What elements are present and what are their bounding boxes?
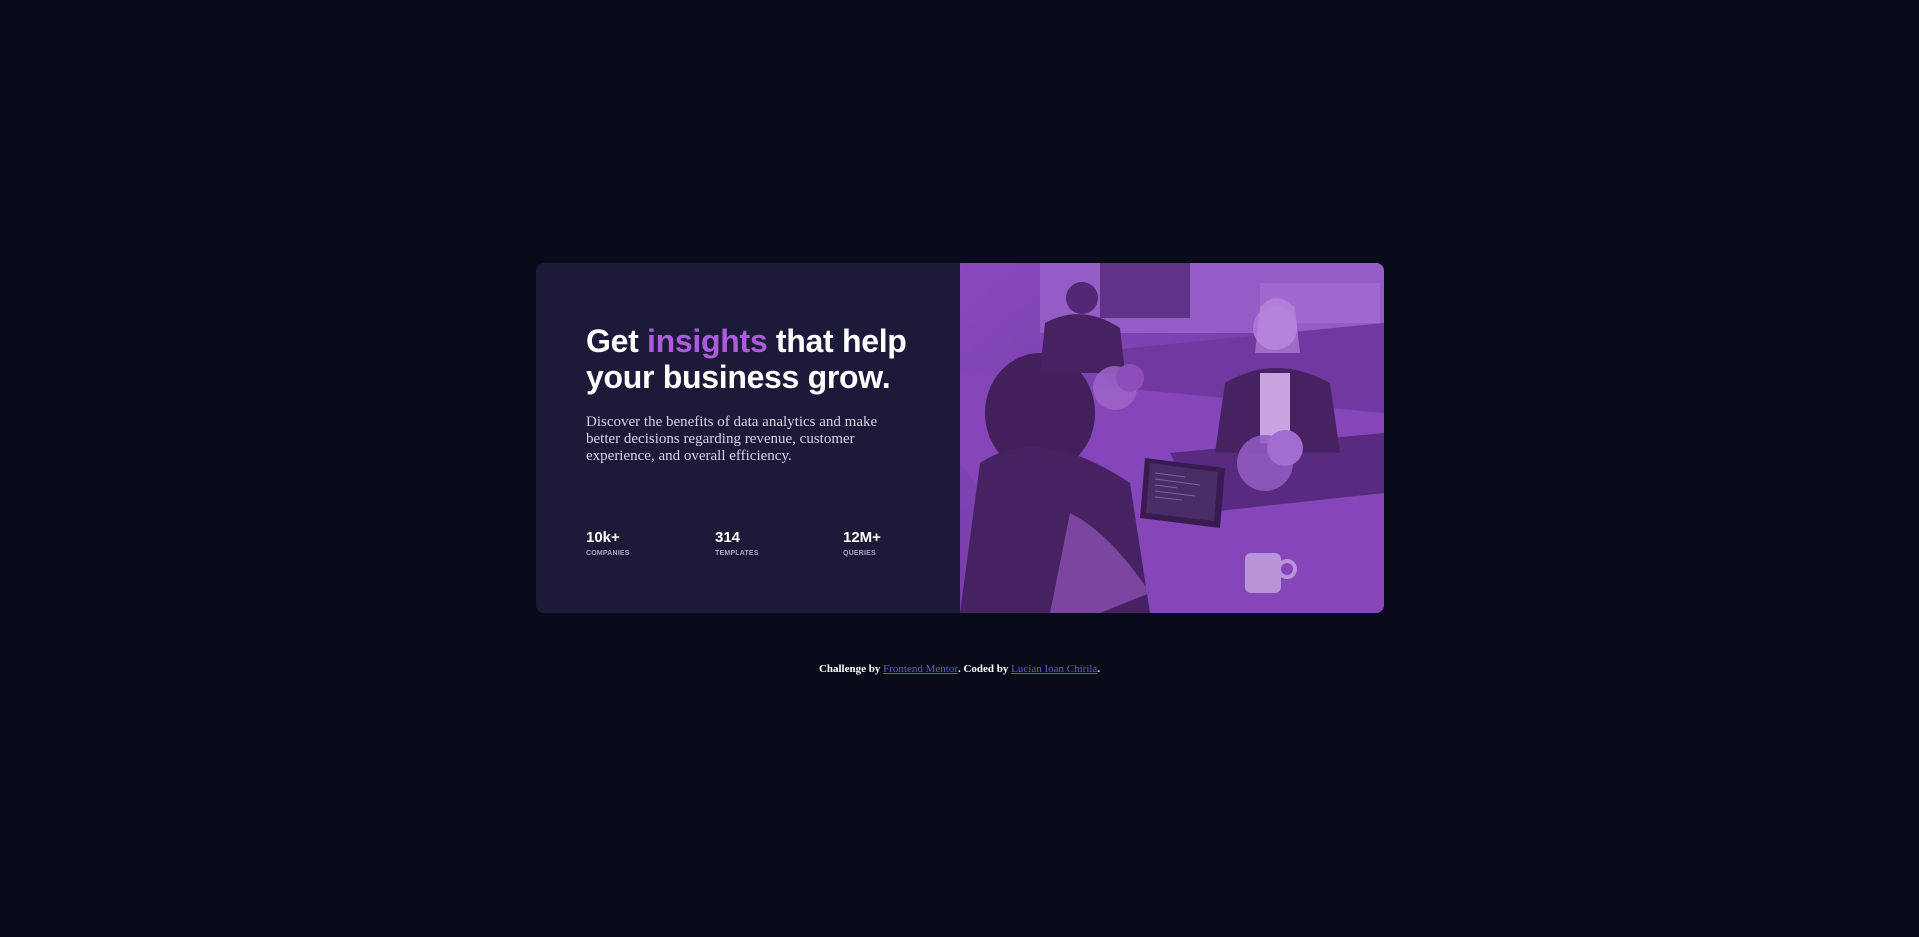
author-link[interactable]: Lucian Ioan Chirila [1011, 663, 1097, 675]
stat-companies: 10k+ COMPANIES [586, 529, 630, 558]
stats-preview-card: Get insights that help your business gro… [536, 263, 1384, 613]
attribution-suffix: . [1097, 663, 1101, 675]
stat-queries: 12M+ QUERIES [843, 529, 881, 558]
card-text-panel: Get insights that help your business gro… [536, 263, 960, 613]
stats-row: 10k+ COMPANIES 314 TEMPLATES 12M+ QUERIE… [586, 529, 916, 569]
attribution-middle: . Coded by [957, 663, 1012, 675]
headline-accent: insights [647, 323, 768, 359]
description: Discover the benefits of data analytics … [586, 414, 878, 464]
headline-start: Get [586, 323, 648, 359]
stat-value: 12M+ [843, 529, 881, 546]
frontend-mentor-link[interactable]: Frontend Mentor [883, 663, 958, 675]
header-image [960, 263, 1384, 613]
stat-value: 314 [715, 529, 741, 546]
stat-label: COMPANIES [586, 550, 630, 557]
stat-value: 10k+ [586, 529, 620, 546]
attribution-prefix: Challenge by [818, 663, 884, 675]
headline: Get insights that help your business gro… [586, 323, 926, 395]
office-photo-illustration [960, 263, 1384, 613]
stat-label: TEMPLATES [715, 550, 759, 557]
attribution: Challenge by Frontend Mentor. Coded by L… [0, 662, 1919, 676]
stat-templates: 314 TEMPLATES [715, 529, 759, 558]
stat-label: QUERIES [843, 550, 876, 557]
